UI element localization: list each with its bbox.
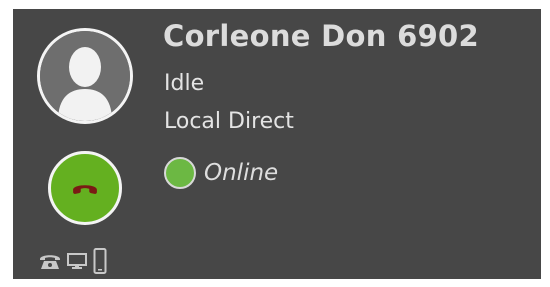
- route-label: Local Direct: [164, 109, 294, 134]
- desk-phone-icon[interactable]: [39, 252, 61, 270]
- avatar[interactable]: [37, 28, 133, 124]
- presence-status-icon: [164, 157, 196, 189]
- person-silhouette-icon: [40, 31, 130, 121]
- contact-name: Corleone Don 6902: [163, 19, 480, 53]
- call-button[interactable]: [48, 151, 122, 225]
- presence-label: Online: [204, 160, 279, 186]
- call-status: Idle: [164, 71, 205, 96]
- contact-card: Corleone Don 6902 Idle Local Direct Onli…: [13, 9, 541, 279]
- device-icons: [39, 246, 107, 276]
- mobile-phone-icon[interactable]: [93, 248, 107, 274]
- phone-hangup-icon: [73, 185, 97, 194]
- desktop-monitor-icon[interactable]: [67, 252, 87, 270]
- presence-indicator: Online: [164, 157, 278, 189]
